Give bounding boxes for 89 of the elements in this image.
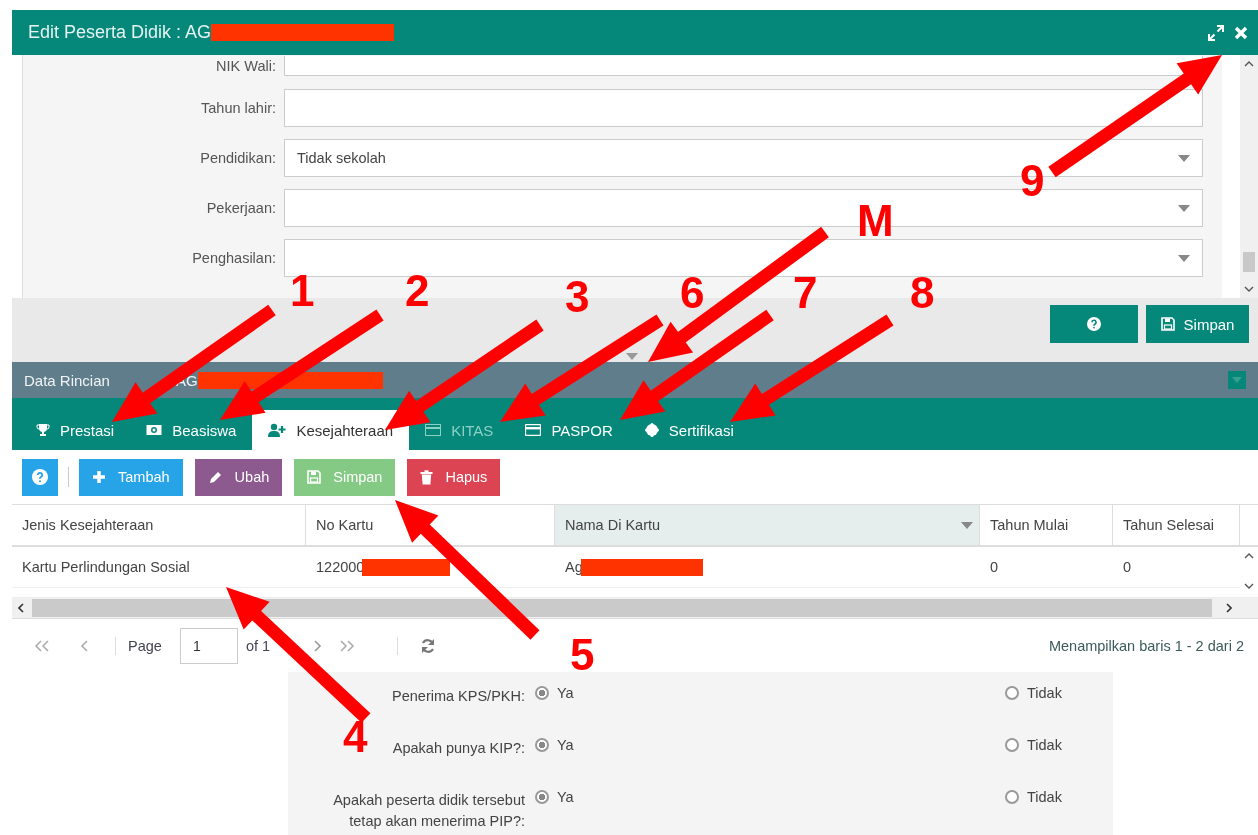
field-label: Tahun lahir: bbox=[200, 100, 277, 116]
tab[interactable]: Prestasi bbox=[20, 410, 131, 450]
tab[interactable]: Beasiswa bbox=[130, 410, 253, 450]
card-icon bbox=[425, 424, 442, 436]
scroll-bar[interactable] bbox=[1240, 55, 1258, 298]
annotation-label: 7 bbox=[793, 268, 818, 317]
annotation-label: 6 bbox=[680, 268, 705, 317]
annotation-label: 8 bbox=[910, 268, 935, 317]
table-cell-text: 0 bbox=[989, 558, 1000, 577]
radio-option[interactable]: Ya bbox=[535, 682, 1005, 701]
table-cell-text: Kartu Perlindungan Sosial bbox=[21, 558, 191, 577]
page-label: Page bbox=[128, 637, 162, 654]
pencil-icon bbox=[207, 469, 223, 485]
page-count: of 1 bbox=[245, 637, 271, 654]
annotation-label: M bbox=[857, 196, 894, 245]
annotation-label: 4 bbox=[343, 712, 368, 761]
page-field[interactable]: 1 bbox=[179, 627, 238, 664]
radio-button[interactable] bbox=[535, 738, 549, 752]
radio-option[interactable]: Ya bbox=[535, 786, 1005, 805]
scroll-thumb[interactable] bbox=[1243, 252, 1255, 272]
refresh-icon bbox=[420, 637, 437, 654]
radio-option[interactable]: Tidak bbox=[1005, 682, 1105, 701]
chevron-right-icon bbox=[1226, 603, 1232, 613]
trophy-icon bbox=[36, 423, 50, 437]
tab[interactable]: Kesejahteraan bbox=[252, 410, 410, 450]
radio-option[interactable]: Ya bbox=[535, 734, 1005, 753]
close-icon bbox=[1234, 25, 1248, 40]
dialog-title: Edit Peserta Didik : AG bbox=[28, 22, 212, 43]
next-page-icon bbox=[312, 639, 323, 652]
help-button[interactable] bbox=[22, 458, 58, 496]
caret-down-icon bbox=[1178, 204, 1190, 212]
radio-button[interactable] bbox=[535, 790, 549, 804]
field-label: Penghasilan: bbox=[191, 250, 277, 266]
tab[interactable]: PASPOR bbox=[509, 410, 629, 450]
field-label: Pendidikan: bbox=[199, 150, 277, 166]
field-label: NIK Wali: bbox=[215, 58, 277, 74]
delete-button[interactable]: Hapus bbox=[407, 458, 501, 496]
annotation-label: 1 bbox=[290, 266, 315, 315]
last-page-icon bbox=[339, 639, 356, 652]
field-label: Penerima KPS/PKH: bbox=[392, 687, 525, 706]
radio-button[interactable] bbox=[1005, 790, 1019, 804]
column-header[interactable]: Tahun Selesai bbox=[1113, 505, 1240, 545]
card-icon bbox=[525, 424, 542, 436]
previous-page-icon bbox=[80, 639, 90, 652]
collapse-handle-icon bbox=[626, 353, 638, 360]
help-button[interactable] bbox=[1050, 305, 1138, 343]
first-page-icon bbox=[34, 639, 50, 652]
chevron-down-icon bbox=[1244, 286, 1254, 292]
radio-button[interactable] bbox=[1005, 738, 1019, 752]
table-cell-text: 0 bbox=[1122, 558, 1133, 577]
field-label: Pekerjaan: bbox=[205, 200, 277, 216]
field-label: Apakah punya KIP?: bbox=[392, 739, 525, 758]
radio-button[interactable] bbox=[1005, 686, 1019, 700]
scroll-thumb[interactable] bbox=[32, 599, 1212, 617]
field-label: Apakah peserta didik tersebut tetap akan menerima PIP?: bbox=[332, 791, 525, 831]
user-plus-icon bbox=[268, 423, 287, 437]
expand-icon bbox=[1208, 24, 1224, 41]
chevron-up-icon bbox=[1244, 553, 1254, 559]
text-field[interactable] bbox=[284, 56, 1203, 76]
tab[interactable]: Sertifikasi bbox=[628, 410, 750, 450]
radio-option[interactable]: Tidak bbox=[1005, 786, 1105, 805]
trash-icon bbox=[420, 469, 434, 485]
annotation-label: 5 bbox=[570, 630, 595, 679]
chevron-left-icon bbox=[18, 603, 24, 613]
dropdown-field[interactable] bbox=[284, 239, 1203, 277]
text-field[interactable] bbox=[284, 89, 1203, 127]
annotation-label: 2 bbox=[405, 266, 430, 315]
chevron-down-icon bbox=[1244, 583, 1254, 589]
column-header[interactable]: Nama Di Kartu bbox=[555, 505, 980, 545]
help-icon bbox=[1087, 317, 1101, 331]
radio-option[interactable]: Tidak bbox=[1005, 734, 1105, 753]
chevron-up-icon bbox=[1244, 61, 1254, 67]
annotation-label: 3 bbox=[565, 272, 590, 321]
caret-down-icon bbox=[1178, 254, 1190, 262]
caret-down-icon bbox=[961, 521, 973, 529]
help-icon bbox=[32, 469, 48, 485]
caret-down-icon bbox=[1178, 154, 1190, 162]
radio-button[interactable] bbox=[535, 686, 549, 700]
save-button[interactable]: Simpan bbox=[1146, 305, 1249, 343]
column-header[interactable]: Jenis Kesejahteraan bbox=[12, 505, 306, 545]
caret-down-icon bbox=[1232, 377, 1242, 383]
edit-button[interactable]: Ubah bbox=[194, 458, 283, 496]
panel-title: Data Rincian bbox=[24, 371, 110, 389]
seal-icon bbox=[644, 423, 659, 437]
plus-icon bbox=[92, 470, 106, 484]
row-count-text: Menampilkan baris 1 - 2 dari 2 bbox=[1048, 637, 1244, 654]
scroll-bar[interactable] bbox=[12, 598, 1258, 619]
column-header[interactable]: Tahun Mulai bbox=[980, 505, 1113, 545]
banknote-icon bbox=[146, 424, 163, 436]
